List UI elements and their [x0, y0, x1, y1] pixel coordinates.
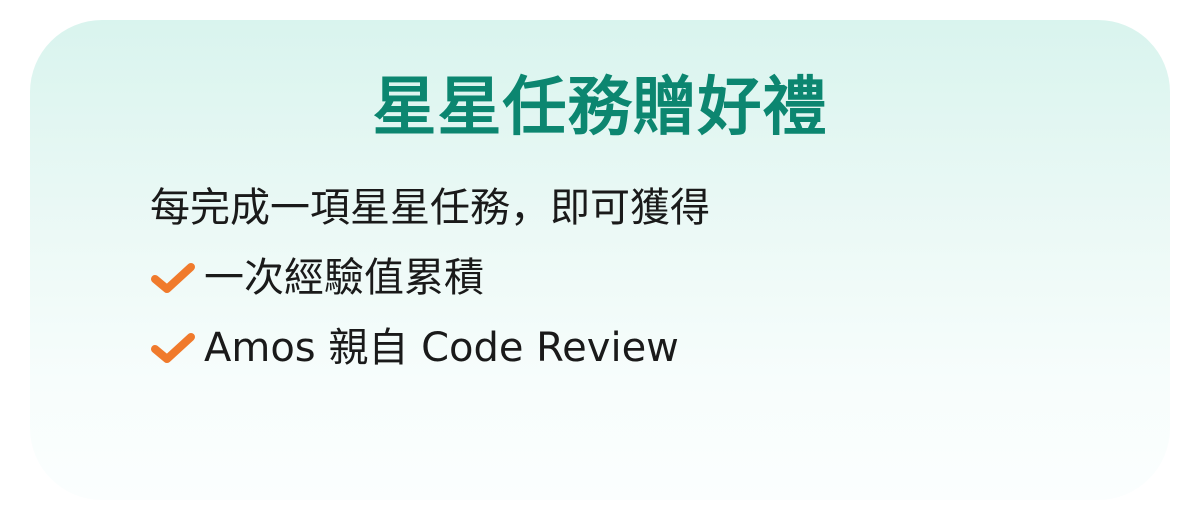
benefit-text: Amos 親自 Code Review: [204, 325, 679, 371]
benefit-item: Amos 親自 Code Review: [150, 320, 679, 376]
benefit-item: 一次經驗值累積: [150, 250, 679, 306]
benefit-text: 一次經驗值累積: [204, 255, 484, 301]
check-icon: [150, 331, 196, 365]
card-title: 星星任務贈好禮: [372, 71, 828, 145]
card-intro: 每完成一項星星任務，即可獲得: [150, 185, 710, 231]
page: 星星任務贈好禮 每完成一項星星任務，即可獲得 一次經驗值累積 Amos 親自 C…: [0, 0, 1200, 520]
check-icon: [150, 261, 196, 295]
benefit-list: 一次經驗值累積 Amos 親自 Code Review: [150, 250, 679, 390]
